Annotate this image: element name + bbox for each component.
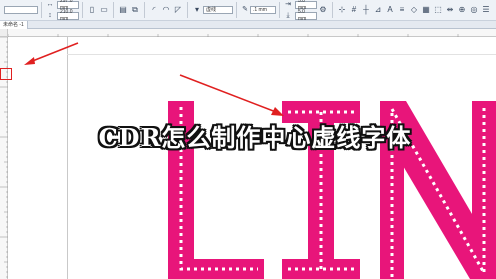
overlay-title: CDR怎么制作中心虚线字体 <box>98 123 412 152</box>
arrow-to-toolbar <box>24 42 79 65</box>
arrow-to-letter <box>179 74 284 116</box>
arrowhead-icon <box>271 107 284 116</box>
arrowhead-icon <box>24 57 35 65</box>
